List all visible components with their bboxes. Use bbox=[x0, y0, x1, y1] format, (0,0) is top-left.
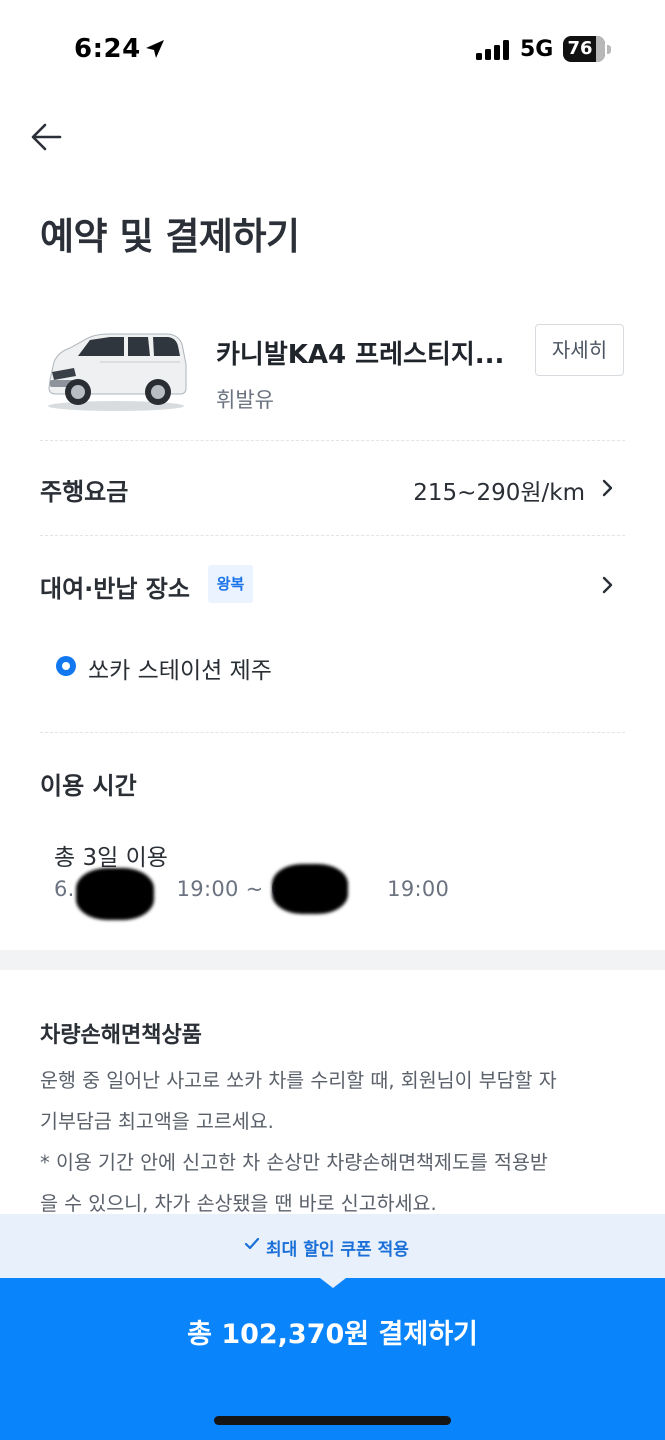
insurance-note-line: * 이용 기간 안에 신고한 차 손상만 차량손해면책제도를 적용받 bbox=[40, 1151, 548, 1174]
redaction-mark bbox=[272, 864, 348, 914]
divider bbox=[40, 440, 625, 441]
cellular-signal-icon bbox=[476, 40, 509, 60]
round-trip-badge: 왕복 bbox=[208, 565, 253, 603]
page-title: 예약 및 결제하기 bbox=[40, 215, 300, 258]
home-indicator bbox=[214, 1416, 451, 1425]
driving-fare-value: 215~290원/km bbox=[413, 480, 585, 506]
usage-end-time: 19:00 bbox=[387, 877, 450, 901]
usage-time-title: 이용 시간 bbox=[40, 772, 137, 800]
station-marker-icon bbox=[56, 656, 76, 676]
rental-location-row[interactable]: 대여·반납 장소 왕복 bbox=[40, 555, 625, 615]
car-detail-button[interactable]: 자세히 bbox=[535, 324, 624, 376]
redaction-mark bbox=[76, 868, 154, 920]
insurance-desc-line: 운행 중 일어난 사고로 쏘카 차를 수리할 때, 회원님이 부담할 자 bbox=[40, 1069, 557, 1092]
rental-location-label: 대여·반납 장소 bbox=[40, 575, 190, 603]
pay-button-label: 총 102,370원 결제하기 bbox=[187, 1319, 478, 1350]
car-name: 카니발KA4 프레스티지... bbox=[216, 340, 505, 370]
location-arrow-icon bbox=[146, 40, 164, 58]
usage-total-days: 총 3일 이용 bbox=[54, 845, 168, 871]
insurance-desc-line: 기부담금 최고액을 고르세요. bbox=[40, 1110, 274, 1133]
car-image bbox=[48, 333, 187, 411]
divider bbox=[40, 535, 625, 536]
chevron-right-icon bbox=[602, 576, 613, 594]
driving-fare-label: 주행요금 bbox=[40, 478, 129, 506]
battery-level: 76 bbox=[567, 38, 593, 59]
back-arrow-icon[interactable] bbox=[26, 118, 70, 158]
battery-icon: 76 bbox=[563, 36, 611, 62]
status-time: 6:24 bbox=[74, 34, 141, 64]
driving-fare-row[interactable]: 주행요금 215~290원/km bbox=[40, 452, 625, 522]
status-bar: 6:24 5G 76 bbox=[0, 0, 665, 100]
coupon-pointer bbox=[320, 1278, 346, 1288]
station-name: 쏘카 스테이션 제주 bbox=[88, 658, 272, 684]
usage-start-prefix: 6. bbox=[54, 877, 75, 901]
insurance-description: 운행 중 일어난 사고로 쏘카 차를 수리할 때, 회원님이 부담할 자 기부담… bbox=[40, 1060, 625, 1224]
coupon-applied-label: 최대 할인 쿠폰 적용 bbox=[266, 1240, 409, 1260]
network-type: 5G bbox=[520, 37, 554, 62]
chevron-right-icon bbox=[602, 479, 613, 497]
divider bbox=[40, 732, 625, 733]
section-separator bbox=[0, 950, 665, 970]
insurance-title: 차량손해면책상품 bbox=[40, 1023, 202, 1048]
check-icon bbox=[244, 1237, 260, 1250]
car-fuel-type: 휘발유 bbox=[216, 388, 274, 412]
